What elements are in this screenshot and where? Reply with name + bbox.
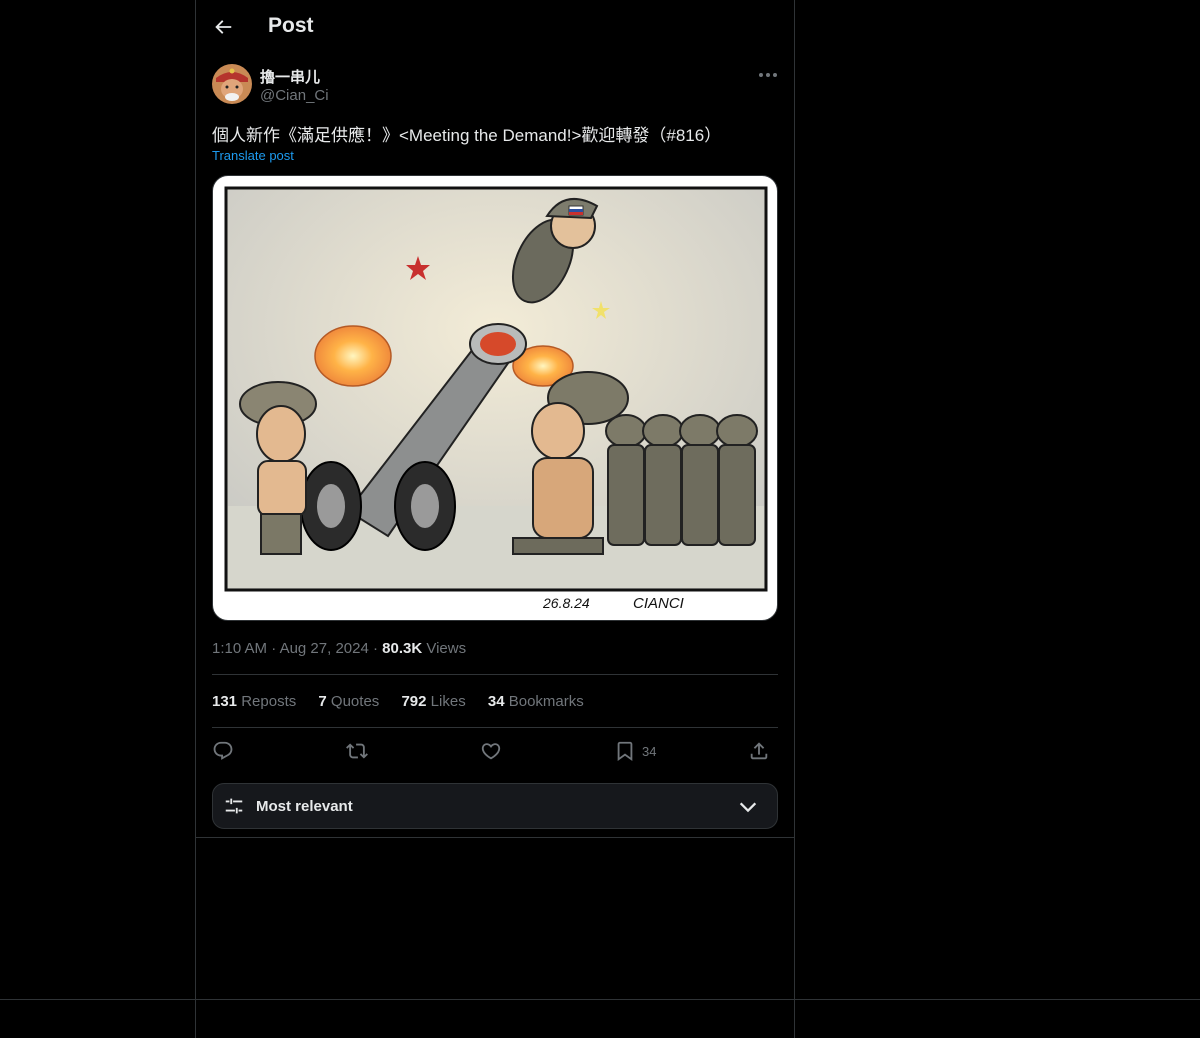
divider — [212, 727, 778, 728]
likes-stat[interactable]: 792 Likes — [401, 693, 465, 710]
image-date: 26.8.24 — [542, 595, 590, 611]
post-time[interactable]: 1:10 AM — [212, 640, 267, 657]
page-title: Post — [268, 14, 314, 37]
more-options-icon[interactable] — [756, 66, 780, 84]
post-date[interactable]: Aug 27, 2024 — [280, 640, 369, 657]
divider — [196, 837, 794, 838]
back-arrow-icon[interactable] — [212, 16, 234, 38]
views-label: Views — [426, 640, 467, 657]
post-text: 個人新作《滿足供應！》<Meeting the Demand!>歡迎轉發（#81… — [212, 126, 722, 145]
like-button[interactable] — [480, 738, 502, 764]
sort-label: Most relevant — [256, 798, 353, 815]
meta-separator: · — [271, 640, 277, 657]
heart-icon — [481, 743, 501, 760]
main-column: Post 擼一串儿 @Cian_Ci 個人新作《滿足供應！》<Meeting t… — [195, 0, 795, 1038]
repost-icon — [346, 743, 368, 759]
author-display-name[interactable]: 擼一串儿 — [260, 66, 320, 87]
top-bar: Post — [196, 0, 794, 54]
reposts-stat[interactable]: 131 Reposts — [212, 693, 296, 710]
bookmark-count: 34 — [642, 743, 657, 759]
views-count: 80.3K — [382, 640, 423, 657]
share-icon — [750, 742, 768, 760]
author-handle[interactable]: @Cian_Ci — [260, 87, 329, 104]
bottom-divider — [0, 999, 1200, 1000]
image-signature: CIANCI — [633, 595, 684, 612]
bookmark-button[interactable]: 34 — [614, 738, 656, 764]
meta-separator: · — [372, 640, 378, 657]
bookmarks-stat[interactable]: 34 Bookmarks — [488, 693, 584, 710]
translate-post-link[interactable]: Translate post — [212, 148, 294, 163]
cartoon-illustration: 26.8.24 CIANCI — [224, 186, 768, 612]
avatar[interactable] — [212, 64, 252, 104]
bookmark-icon — [617, 741, 633, 762]
post-meta: 1:10 AM · Aug 27, 2024 · 80.3K Views — [212, 640, 466, 657]
post-image[interactable]: 26.8.24 CIANCI — [212, 175, 778, 621]
repost-button[interactable] — [346, 738, 368, 764]
reply-icon — [213, 741, 233, 760]
sliders-icon — [225, 798, 243, 814]
reply-button[interactable] — [212, 738, 234, 764]
chevron-down-icon — [739, 802, 757, 813]
soldier-row — [605, 414, 758, 546]
quotes-stat[interactable]: 7 Quotes — [318, 693, 379, 710]
divider — [212, 674, 778, 675]
action-bar: 34 — [212, 738, 778, 766]
reply-sort-dropdown[interactable]: Most relevant — [212, 783, 778, 829]
engagement-stats: 131 Reposts 7 Quotes 792 Likes 34 Bookma… — [212, 693, 602, 710]
share-button[interactable] — [748, 738, 770, 764]
